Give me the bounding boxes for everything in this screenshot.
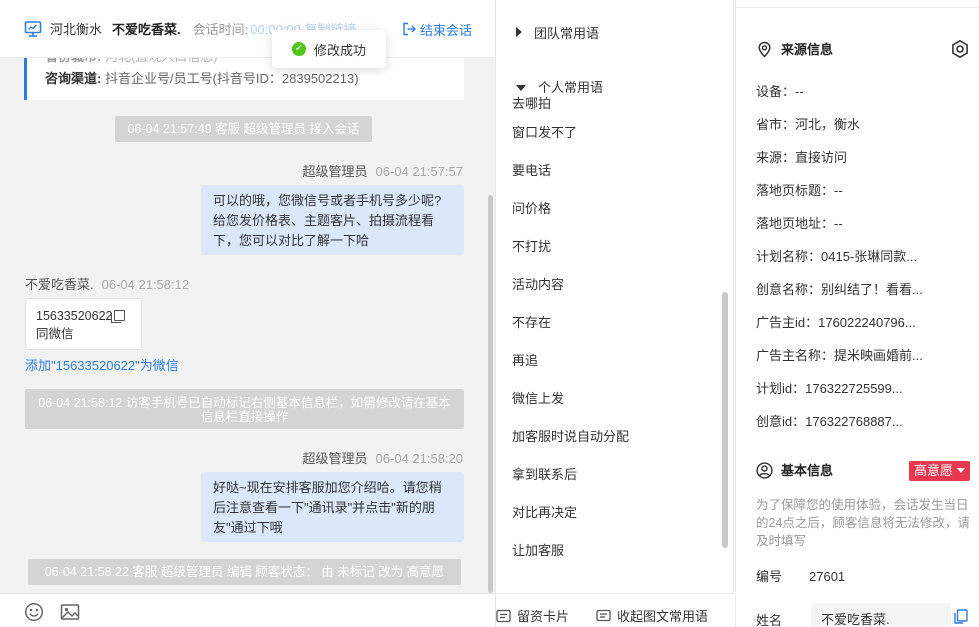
- source-row-source: 来源：直接访问: [756, 150, 848, 165]
- intent-status-label: 高意愿: [913, 463, 953, 478]
- sender-line: 超级管理员 06-04 21:58:20: [303, 448, 463, 467]
- sender-line: 超级管理员 06-04 21:57:57: [303, 161, 463, 180]
- caret-down-icon: [516, 85, 526, 91]
- phrase-item[interactable]: 微信上发: [496, 380, 720, 418]
- location-pin-icon: [758, 41, 771, 58]
- copy-icon[interactable]: [954, 609, 968, 624]
- phrase-item[interactable]: 不打扰: [496, 228, 720, 266]
- end-session-button[interactable]: 结束会话: [402, 0, 472, 58]
- message-time: 06-04 21:58:12: [101, 277, 190, 292]
- phrase-item[interactable]: 窗口发不了: [496, 114, 720, 152]
- section-label: 来源信息: [781, 42, 834, 57]
- message-icon: [596, 609, 611, 622]
- source-row-advertiser-name: 广告主名称：提米映画婚前...: [756, 348, 923, 363]
- system-message: 06-04 21:58:22 客服 超级管理员 编辑 顾客状态： 由 未标记 改…: [28, 559, 461, 585]
- sender-line: 不爱吃香菜. 06-04 21:58:12: [25, 274, 189, 293]
- source-row-creative-name: 创意名称：别纠结了！看看...: [756, 282, 923, 297]
- user-icon: [756, 462, 773, 479]
- panel-top-strip: [736, 0, 979, 8]
- system-message: 06-04 21:58:12 访客手机号已自动标记右侧基本信息栏，如需修改请在基…: [25, 389, 464, 429]
- message-time: 06-04 21:58:20: [375, 451, 463, 466]
- customer-name-input[interactable]: [811, 603, 951, 627]
- smiley-icon[interactable]: [24, 602, 44, 622]
- group-label: 个人常用语: [538, 80, 604, 95]
- basic-info-note: 为了保障您的使用体验，会话发生当日的24点之后，顾客信息将无法修改，请及时填写: [756, 498, 970, 548]
- source-row-landing-url: 落地页地址：--: [756, 216, 843, 231]
- info-key: 咨询渠道:: [45, 71, 102, 86]
- contact-card-label: 同微信: [36, 327, 74, 341]
- source-info-title: 来源信息: [756, 40, 833, 60]
- chat-header: 河北衡水 不爱吃香菜. 会话时间: 00:00:00 复制链接 结束会话: [0, 0, 495, 58]
- customer-id-value: 27601: [809, 569, 846, 584]
- source-row-city: 省市：河北，衡水: [756, 117, 861, 132]
- sender-name: 不爱吃香菜.: [25, 277, 94, 292]
- end-session-label: 结束会话: [419, 22, 472, 38]
- outgoing-message: 可以的哦，您微信号或者手机号多少呢?给您发价格表、主题客片、拍摄流程看下，您可以…: [201, 185, 464, 255]
- chat-panel: 省份城市: 河北(直观入口信息) 咨询渠道: 抖音企业号/员工号(抖音号ID：2…: [0, 0, 496, 627]
- info-row-channel: 咨询渠道: 抖音企业号/员工号(抖音号ID：2839502213): [45, 68, 464, 90]
- settings-icon[interactable]: [950, 39, 970, 59]
- group-label: 团队常用语: [534, 26, 600, 41]
- phrase-item[interactable]: 再追: [496, 342, 720, 380]
- contact-card-number-row: 15633520622: [36, 307, 131, 325]
- monitor-icon: [24, 20, 42, 37]
- copy-icon[interactable]: [111, 310, 126, 323]
- message-time: 06-04 21:57:57: [375, 164, 463, 179]
- toast-text: 修改成功: [313, 42, 366, 58]
- phrase-list: 去哪拍 窗口发不了 要电话 问价格 不打扰 活动内容 不存在 再追 微信上发 加…: [496, 94, 720, 584]
- source-row-advertiser-id: 广告主id：176022240796...: [756, 315, 916, 330]
- chat-scrollbar[interactable]: [488, 195, 493, 593]
- phrase-item[interactable]: 拿到联系后: [496, 456, 720, 494]
- caret-right-icon: [516, 27, 522, 37]
- customer-name-row: 姓名: [756, 610, 809, 627]
- source-row-plan-name: 计划名称：0415-张琳同款...: [756, 249, 918, 264]
- caret-down-icon: [957, 468, 965, 473]
- basic-info-title: 基本信息: [756, 461, 833, 481]
- add-wechat-link[interactable]: 添加"15633520622"为微信: [25, 355, 179, 374]
- source-row-landing-title: 落地页标题：--: [756, 183, 843, 198]
- phrase-item[interactable]: 加客服时说自动分配: [496, 418, 720, 456]
- phrase-item[interactable]: 让加客服: [496, 532, 720, 570]
- phrase-item[interactable]: 对比再决定: [496, 494, 720, 532]
- info-value: 抖音企业号/员工号(抖音号ID：2839502213): [104, 71, 359, 86]
- phrase-item[interactable]: 活动内容: [496, 266, 720, 304]
- sender-name: 超级管理员: [302, 164, 368, 179]
- outgoing-message: 好哒~现在安排客服加您介绍哈。请您稍后注意查看一下"通讯录"并点击"新的朋友"通…: [201, 472, 464, 542]
- customer-id-row: 编号 27601: [756, 566, 845, 585]
- system-message: 06-04 21:57:49 客服 超级管理员 接入会话: [115, 116, 372, 142]
- intent-status-dropdown[interactable]: 高意愿: [909, 461, 970, 481]
- card-icon: [496, 609, 511, 623]
- collapse-phrases-button[interactable]: 收起图文常用语: [596, 594, 708, 627]
- contact-number: 15633520622: [36, 309, 113, 323]
- chat-input-toolbar: [0, 593, 495, 627]
- phrase-scrollbar[interactable]: [722, 292, 728, 548]
- lead-card-label: 留资卡片: [517, 609, 570, 624]
- customer-id-label: 编号: [756, 569, 783, 584]
- phrase-item[interactable]: 要电话: [496, 152, 720, 190]
- visitor-name: 不爱吃香菜.: [112, 22, 181, 37]
- customer-info-panel: 来源信息 设备：-- 省市：河北，衡水 来源：直接访问 落地页标题：-- 落地页…: [735, 0, 979, 627]
- source-row-device: 设备：--: [756, 84, 804, 99]
- check-circle-icon: ✓: [291, 42, 306, 56]
- phrase-item[interactable]: 去哪拍: [496, 94, 720, 114]
- source-row-creative-id: 创意id：176322768887...: [756, 414, 903, 429]
- collapse-phrases-label: 收起图文常用语: [617, 609, 709, 624]
- visitor-location: 河北衡水: [50, 22, 103, 37]
- contact-card[interactable]: 15633520622 同微信: [25, 298, 142, 350]
- team-phrases-group[interactable]: 团队常用语: [516, 24, 599, 44]
- section-label: 基本信息: [781, 463, 834, 478]
- customer-name-label: 姓名: [756, 613, 783, 627]
- phrase-footer: 留资卡片 收起图文常用语: [496, 593, 734, 627]
- image-icon[interactable]: [60, 602, 80, 622]
- phrase-panel: 团队常用语 个人常用语 去哪拍 窗口发不了 要电话 问价格 不打扰 活动内容 不…: [496, 0, 734, 627]
- sender-name: 超级管理员: [302, 451, 368, 466]
- success-toast: ✓ 修改成功: [272, 30, 386, 68]
- lead-card-button[interactable]: 留资卡片: [496, 594, 569, 627]
- phrase-item[interactable]: 不存在: [496, 304, 720, 342]
- exit-icon: [403, 22, 416, 36]
- phrase-item[interactable]: 问价格: [496, 190, 720, 228]
- session-time-label: 会话时间:: [192, 22, 249, 37]
- source-row-plan-id: 计划id：176322725599...: [756, 381, 903, 396]
